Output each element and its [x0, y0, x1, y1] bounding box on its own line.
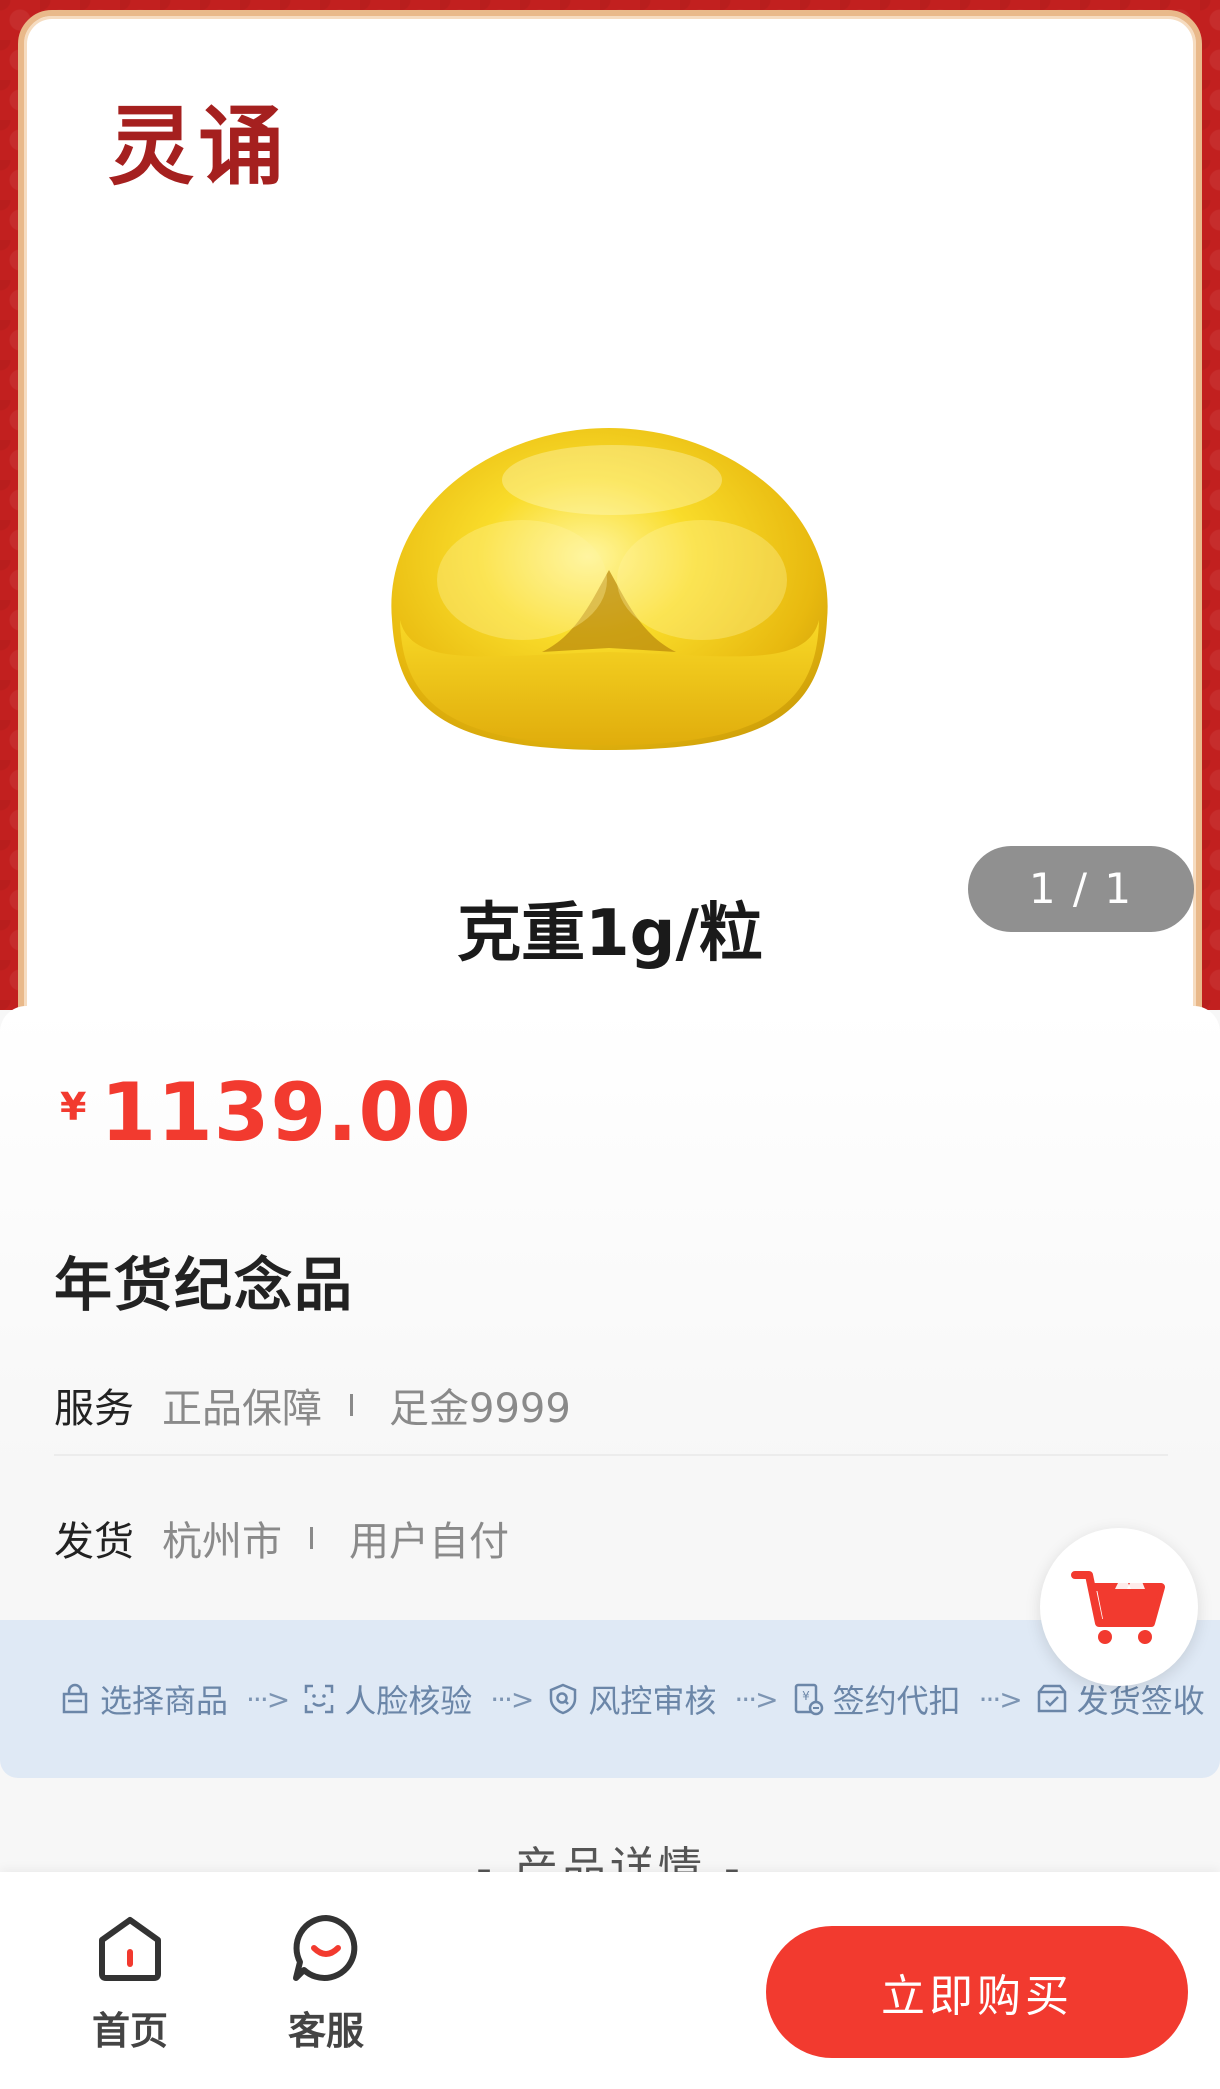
shopping-cart-icon	[1071, 1569, 1165, 1644]
contract-payment-icon: ¥	[794, 1683, 823, 1716]
nav-service-label: 客服	[287, 2009, 364, 2053]
shield-icon	[550, 1683, 577, 1715]
svg-text:¥: ¥	[802, 1689, 810, 1703]
process-step: ¥ 签约代扣	[791, 1676, 961, 1722]
cart-button[interactable]	[1040, 1528, 1198, 1686]
brand-logo: 灵诵	[108, 96, 288, 197]
shipping-origin: 杭州市	[162, 1519, 282, 1565]
process-step-label: 签约代扣	[832, 1682, 961, 1720]
product-title: 年货纪念品	[54, 1251, 355, 1319]
divider	[310, 1527, 313, 1549]
bag-icon	[62, 1683, 88, 1714]
shipping-row[interactable]: 发货 杭州市 用户自付	[54, 1488, 1168, 1588]
price: ¥1139.00	[60, 1066, 472, 1159]
bottom-action-bar: 首页 客服 立即购买	[0, 1872, 1220, 2089]
divider	[350, 1394, 353, 1416]
nav-home[interactable]: 首页	[70, 1912, 190, 2055]
process-step-label: 选择商品	[100, 1682, 229, 1720]
shipping-label: 发货	[54, 1519, 134, 1565]
service-value: 正品保障	[162, 1386, 322, 1432]
buy-now-button[interactable]: 立即购买	[766, 1926, 1188, 2058]
service-value: 足金9999	[389, 1386, 571, 1432]
delivery-box-icon	[1037, 1684, 1066, 1713]
chat-bubble-icon	[293, 1915, 358, 1981]
process-step-label: 风控审核	[588, 1682, 717, 1720]
process-step: 选择商品	[58, 1676, 228, 1722]
price-currency: ¥	[60, 1085, 87, 1129]
process-step: 风控审核	[546, 1676, 716, 1722]
price-value: 1139.00	[100, 1066, 472, 1159]
process-step-label: 人脸核验	[344, 1682, 473, 1720]
product-image-banner[interactable]: 灵诵 克重1g/粒 1 / 1	[0, 0, 1220, 1010]
face-scan-icon	[304, 1684, 334, 1714]
nav-home-label: 首页	[91, 2009, 168, 2053]
service-row[interactable]: 服务 正品保障 足金9999	[54, 1356, 1168, 1456]
shipping-fee: 用户自付	[349, 1519, 509, 1565]
service-label: 服务	[54, 1386, 134, 1432]
gold-bead-image	[391, 428, 828, 750]
product-detail-page: 灵诵 克重1g/粒 1 / 1 ¥ 1139.00 年货纪念品 服务 正品保障 …	[0, 0, 1220, 2089]
process-arrow: ···>	[734, 1682, 778, 1716]
purchase-process-strip: 选择商品 ···> 人脸核验 ···> 风控审核 ···> ¥ 签约代扣 ···…	[0, 1620, 1220, 1778]
slide-indicator: 1 / 1	[968, 846, 1194, 932]
process-arrow: ···>	[490, 1682, 534, 1716]
process-arrow: ···>	[246, 1682, 290, 1716]
process-step: 人脸核验	[302, 1676, 472, 1722]
home-icon	[99, 1917, 161, 1981]
nav-customer-service[interactable]: 客服	[266, 1912, 386, 2055]
process-arrow: ···>	[978, 1682, 1023, 1716]
